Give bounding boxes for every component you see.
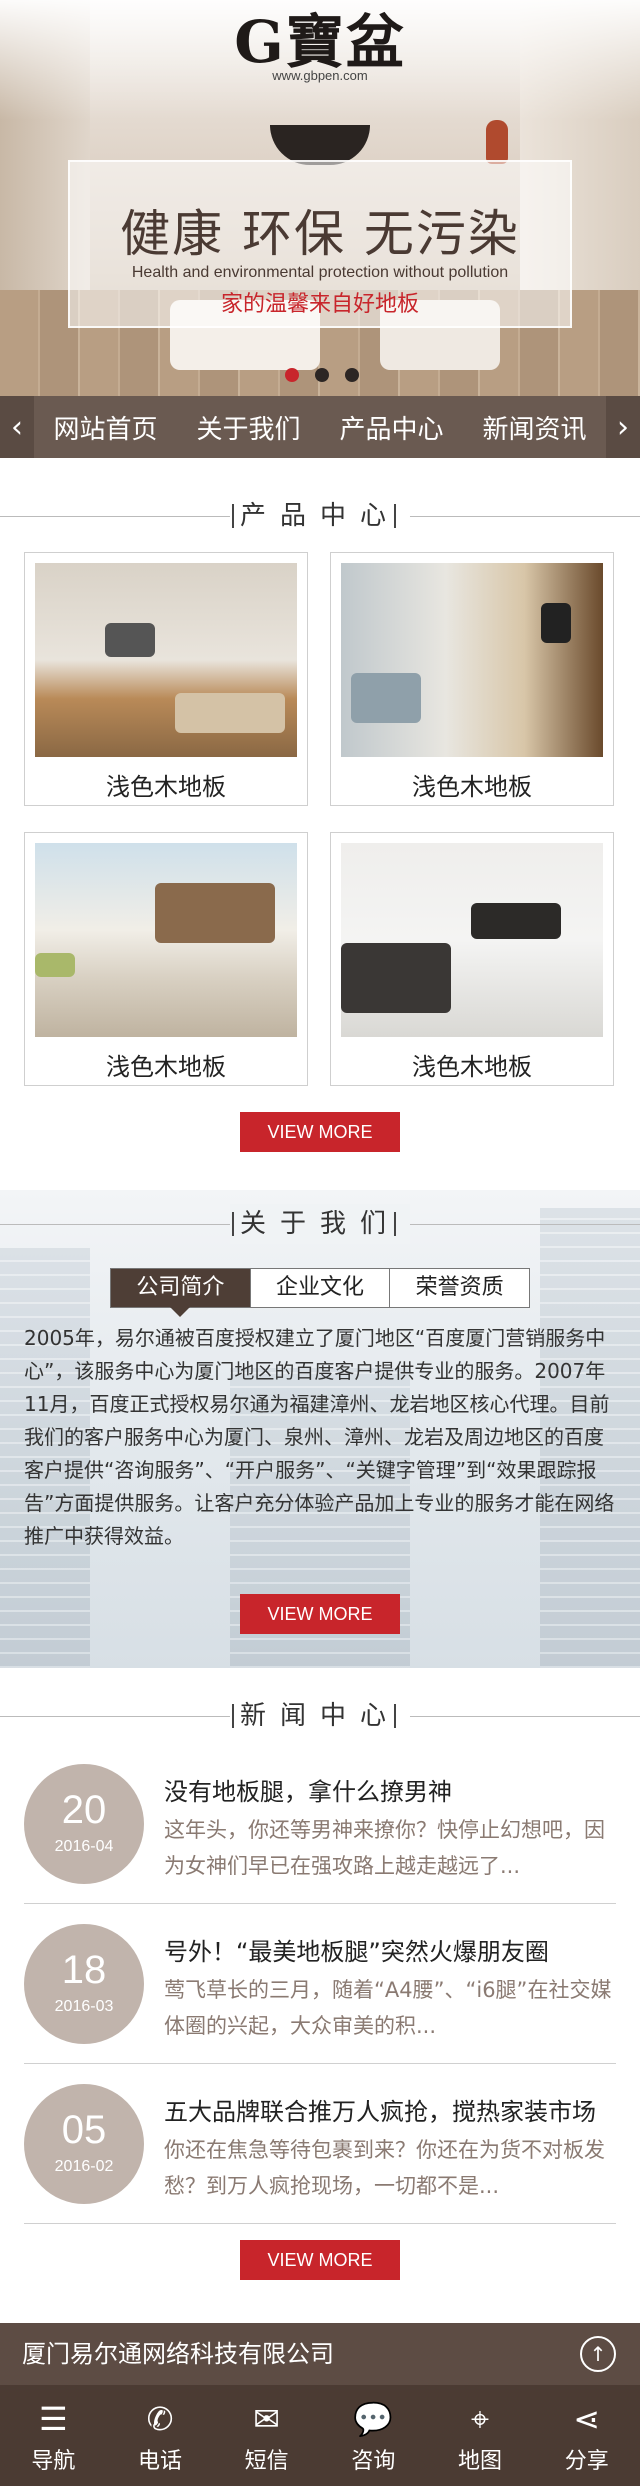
product-caption: 浅色木地板 (412, 1053, 532, 1081)
about-text: 2005年，易尔通被百度授权建立了厦门地区“百度厦门营销服务中心”，该服务中心为… (24, 1326, 615, 1548)
product-card[interactable]: 浅色木地板 (330, 832, 614, 1086)
tabbar-phone[interactable]: ✆ 电话 (107, 2385, 214, 2486)
hero-headline: 健康 环保 无污染 (120, 205, 520, 263)
logo-url: www.gbpen.com (272, 68, 368, 83)
news-title[interactable]: 没有地板腿，拿什么撩男神 (164, 1772, 452, 1807)
news-item[interactable]: 20 2016-04 没有地板腿，拿什么撩男神 这年头，你还等男神来撩你？快停止… (24, 1744, 616, 1904)
products-title: 产品中心 (229, 496, 411, 536)
tabbar-label: 短信 (244, 2449, 289, 2474)
tabbar-chat[interactable]: 💬 咨询 (320, 2385, 427, 2486)
slider-dots (277, 368, 367, 384)
news-date-badge: 05 2016-02 (24, 2084, 144, 2204)
slider-dot[interactable] (285, 368, 299, 382)
news-view-more-button[interactable]: VIEW MORE (240, 2240, 400, 2280)
chat-icon: 💬 (353, 2400, 394, 2438)
tabbar-label: 咨询 (351, 2449, 396, 2474)
nav-item-about[interactable]: 关于我们 (196, 409, 300, 446)
tabbar-label: 电话 (138, 2449, 183, 2474)
about-section: 关于我们 公司简介 企业文化 荣誉资质 2005年，易尔通被百度授权建立了厦门地… (0, 1190, 640, 1668)
menu-icon: ☰ (38, 2400, 68, 2438)
product-caption: 浅色木地板 (106, 1053, 226, 1081)
news-month: 2016-03 (54, 1998, 114, 2015)
products-section-title: 产品中心 (0, 496, 640, 536)
product-caption: 浅色木地板 (412, 773, 532, 801)
product-image (35, 563, 297, 757)
tabbar-share[interactable]: ⋖ 分享 (533, 2385, 640, 2486)
hero-tagline: 家的温馨来自好地板 (220, 292, 419, 317)
about-tabs: 公司简介 企业文化 荣誉资质 (110, 1268, 530, 1317)
product-card[interactable]: 浅色木地板 (24, 552, 308, 806)
news-day: 05 (61, 2108, 107, 2152)
news-title: 新闻中心 (229, 1696, 411, 1736)
chair-shape (351, 673, 421, 723)
about-view-more-button[interactable]: VIEW MORE (240, 1594, 400, 1634)
footer-company-bar: 厦门易尔通网络科技有限公司 ↑ (0, 2323, 640, 2385)
news-day: 20 (61, 1788, 107, 1832)
news-item[interactable]: 05 2016-02 五大品牌联合推万人疯抢，搅热家装市场 你还在焦急等待包裹到… (24, 2064, 616, 2224)
map-pin-icon: ⌖ (471, 2400, 490, 2438)
news-date-badge: 18 2016-03 (24, 1924, 144, 2044)
hero-caption-box: 健康 环保 无污染 Health and environmental prote… (68, 160, 572, 328)
product-image (341, 563, 603, 757)
tv-shape (105, 623, 155, 657)
news-summary: 这年头，你还等男神来撩你？快停止幻想吧，因为女神们早已在强攻路上越走越远了... (164, 1818, 605, 1878)
tabbar-label: 地图 (458, 2449, 503, 2474)
envelope-icon: ✉ (253, 2400, 281, 2438)
about-section-title: 关于我们 (0, 1204, 640, 1244)
hero-subline: Health and environmental protection with… (131, 264, 509, 281)
news-title[interactable]: 五大品牌联合推万人疯抢，搅热家装市场 (164, 2092, 596, 2127)
vase (486, 120, 508, 164)
tab-corporate-culture[interactable]: 企业文化 (251, 1269, 391, 1307)
products-view-more-button[interactable]: VIEW MORE (240, 1112, 400, 1152)
news-summary: 你还在焦急等待包裹到来？你还在为货不对板发愁？到万人疯抢现场，一切都不是... (164, 2138, 605, 2198)
table-shape (471, 903, 561, 939)
sofa-shape (341, 943, 451, 1013)
news-item[interactable]: 18 2016-03 号外！“最美地板腿”突然火爆朋友圈 莺飞草长的三月，随着“… (24, 1904, 616, 2064)
product-card[interactable]: 浅色木地板 (24, 832, 308, 1086)
tabbar-nav[interactable]: ☰ 导航 (0, 2385, 107, 2486)
main-nav: ‹ 网站首页 关于我们 产品中心 新闻资讯 › (0, 396, 640, 458)
site-logo[interactable]: G寶盆 www.gbpen.com (0, 12, 640, 83)
product-card[interactable]: 浅色木地板 (330, 552, 614, 806)
news-section-title: 新闻中心 (0, 1696, 640, 1736)
arrow-up-icon[interactable]: ↑ (580, 2336, 616, 2372)
chevron-right-icon[interactable]: › (606, 396, 640, 458)
cushion-shape (35, 953, 75, 977)
about-title: 关于我们 (229, 1204, 411, 1244)
logo-mark: G寶盆 (234, 8, 406, 76)
chevron-left-icon[interactable]: ‹ (0, 396, 34, 458)
news-month: 2016-04 (54, 1838, 114, 1855)
tabbar-label: 分享 (564, 2449, 609, 2474)
company-name: 厦门易尔通网络科技有限公司 (22, 2340, 334, 2368)
tabbar-label: 导航 (31, 2449, 76, 2474)
news-title[interactable]: 号外！“最美地板腿”突然火爆朋友圈 (164, 1932, 549, 1967)
nav-item-home[interactable]: 网站首页 (53, 409, 157, 446)
hero-banner[interactable]: G寶盆 www.gbpen.com 健康 环保 无污染 Health and e… (0, 0, 640, 396)
news-summary: 莺飞草长的三月，随着“A4腰”、“i6腿”在社交媒体圈的兴起，大众审美的积... (164, 1978, 612, 2038)
pendant-lamp (270, 125, 370, 165)
news-date-badge: 20 2016-04 (24, 1764, 144, 1884)
tab-honors[interactable]: 荣誉资质 (390, 1269, 529, 1307)
product-caption: 浅色木地板 (106, 773, 226, 801)
news-day: 18 (61, 1948, 107, 1992)
nav-item-news[interactable]: 新闻资讯 (482, 409, 586, 446)
cabinet-shape (155, 883, 275, 943)
tabbar-sms[interactable]: ✉ 短信 (213, 2385, 320, 2486)
nav-item-products[interactable]: 产品中心 (339, 409, 443, 446)
slider-dot[interactable] (315, 368, 329, 382)
tab-company-profile[interactable]: 公司简介 (111, 1269, 251, 1317)
product-image (341, 843, 603, 1037)
news-month: 2016-02 (54, 2158, 114, 2175)
picture-shape (541, 603, 571, 643)
share-icon: ⋖ (573, 2400, 601, 2438)
slider-dot[interactable] (345, 368, 359, 382)
bottom-tabbar: ☰ 导航 ✆ 电话 ✉ 短信 💬 咨询 ⌖ 地图 ⋖ 分享 (0, 2385, 640, 2486)
product-image (35, 843, 297, 1037)
sofa-shape (175, 693, 285, 733)
phone-icon: ✆ (146, 2400, 174, 2438)
tabbar-map[interactable]: ⌖ 地图 (427, 2385, 534, 2486)
